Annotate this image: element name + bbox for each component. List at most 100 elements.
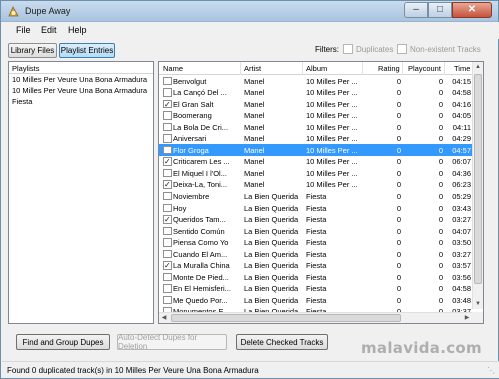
row-checkbox[interactable] bbox=[163, 122, 172, 132]
column-header-artist[interactable]: Artist bbox=[244, 64, 261, 73]
resize-grip-icon[interactable]: ⋱ bbox=[487, 366, 497, 376]
table-row[interactable]: Piensa Como Yo La Bien Querida Fiesta 0 0 03:… bbox=[159, 237, 483, 249]
table-row[interactable]: Me Quedo Por... La Bien Querida Fiesta 0 0 03… bbox=[159, 294, 483, 306]
table-row[interactable]: ✓ El Gran Salt Manel 10 Milles Per ... 0 0 04:… bbox=[159, 98, 483, 110]
row-checkbox[interactable]: ✓ bbox=[163, 180, 172, 189]
row-checkbox[interactable] bbox=[163, 203, 172, 213]
duplicates-filter-checkbox[interactable] bbox=[343, 44, 353, 54]
cell-playcount: 0 bbox=[438, 272, 443, 282]
close-button[interactable]: ✕ bbox=[452, 2, 492, 18]
row-checkbox[interactable] bbox=[163, 145, 172, 155]
table-row[interactable]: Noviembre La Bien Querida Fiesta 0 0 05:29 bbox=[159, 190, 483, 202]
playlist-item[interactable]: Fiesta bbox=[9, 96, 153, 107]
cell-time: 04:05 bbox=[452, 111, 471, 121]
row-checkbox[interactable] bbox=[163, 111, 172, 120]
tab-library-files[interactable]: Library Files bbox=[8, 43, 57, 58]
row-checkbox[interactable]: ✓ bbox=[163, 157, 172, 166]
playlists-list[interactable]: Playlists 10 Milles Per Veure Una Bona A… bbox=[8, 61, 154, 324]
table-row[interactable]: Hoy La Bien Querida Fiesta 0 0 03:43 bbox=[159, 202, 483, 214]
column-divider[interactable] bbox=[444, 62, 445, 75]
cell-time: 03:56 bbox=[452, 272, 471, 282]
cell-name: El Miquel I l'Ol... bbox=[173, 168, 227, 178]
row-checkbox[interactable] bbox=[163, 249, 172, 259]
table-row[interactable]: La Cançó Del ... Manel 10 Milles Per ... 0 0… bbox=[159, 87, 483, 99]
nonexistent-filter-checkbox[interactable] bbox=[397, 44, 407, 54]
column-header-playcount[interactable]: Playcount bbox=[408, 64, 441, 73]
playlist-item[interactable]: 10 Milles Per Veure Una Bona Armadura bbox=[9, 74, 153, 85]
column-header-time[interactable]: Time bbox=[454, 64, 470, 73]
table-row[interactable]: Benvolgut Manel 10 Milles Per ... 0 0 04:15 bbox=[159, 75, 483, 87]
table-row[interactable]: Monte De Pied... La Bien Querida Fiesta 0 0 0… bbox=[159, 271, 483, 283]
row-checkbox[interactable] bbox=[163, 226, 172, 236]
table-row[interactable]: ✓ Queridos Tam... La Bien Querida Fiesta 0 0 0… bbox=[159, 214, 483, 226]
minimize-button[interactable]: – bbox=[404, 2, 428, 18]
cell-rating: 0 bbox=[396, 191, 401, 201]
row-checkbox[interactable]: ✓ bbox=[163, 215, 172, 224]
row-checkbox[interactable] bbox=[163, 134, 172, 143]
vertical-scroll-thumb[interactable] bbox=[474, 74, 482, 284]
column-header-album[interactable]: Album bbox=[306, 64, 327, 73]
tab-playlist-entries[interactable]: Playlist Entries bbox=[59, 43, 115, 58]
cell-album: Fiesta bbox=[306, 295, 327, 305]
cell-name: Me Quedo Por... bbox=[173, 295, 228, 305]
table-row[interactable]: ✓ Deixa-La, Toni... Manel 10 Milles Per ...… bbox=[159, 179, 483, 191]
vertical-scrollbar[interactable]: ▲ ▼ bbox=[472, 62, 483, 309]
row-checkbox[interactable] bbox=[163, 191, 172, 201]
column-divider[interactable] bbox=[402, 62, 403, 75]
horizontal-scrollbar[interactable]: ◀ ▶ bbox=[159, 312, 472, 323]
cell-time: 06:23 bbox=[452, 180, 471, 190]
scroll-left-icon[interactable]: ◀ bbox=[159, 313, 169, 323]
auto-detect-dupes-button[interactable]: Auto-Detect Dupes for Deletion bbox=[117, 333, 227, 351]
row-checkbox[interactable]: ✓ bbox=[163, 261, 172, 270]
row-checkbox[interactable] bbox=[163, 238, 172, 247]
cell-rating: 0 bbox=[396, 215, 401, 225]
playlist-item[interactable]: 10 Milles Per Veure Una Bona Armadura bbox=[9, 85, 153, 96]
table-row[interactable]: El Miquel I l'Ol... Manel 10 Milles Per ..… bbox=[159, 167, 483, 179]
table-row[interactable]: Sentido Común La Bien Querida Fiesta 0 0 04:0… bbox=[159, 225, 483, 237]
row-checkbox[interactable] bbox=[163, 284, 172, 293]
scroll-down-icon[interactable]: ▼ bbox=[473, 299, 483, 309]
table-row[interactable]: En El Hemisferi... La Bien Querida Fiesta 0… bbox=[159, 283, 483, 295]
scroll-up-icon[interactable]: ▲ bbox=[473, 62, 483, 72]
cell-rating: 0 bbox=[396, 168, 401, 178]
cell-playcount: 0 bbox=[438, 215, 443, 225]
menu-file[interactable]: File bbox=[16, 25, 31, 35]
row-checkbox[interactable] bbox=[163, 295, 172, 305]
table-row[interactable]: La Bola De Cri... Manel 10 Milles Per ... 0… bbox=[159, 121, 483, 133]
grid-rows: Benvolgut Manel 10 Milles Per ... 0 0 04:15 La… bbox=[159, 75, 483, 317]
cell-time: 03:50 bbox=[452, 238, 471, 248]
row-checkbox[interactable] bbox=[163, 168, 172, 178]
title-bar[interactable]: Dupe Away – □ ✕ bbox=[1, 1, 498, 22]
find-group-dupes-button[interactable]: Find and Group Dupes bbox=[16, 334, 110, 350]
tracks-grid[interactable]: Name Artist Album Rating Playcount Time … bbox=[158, 61, 484, 324]
row-checkbox[interactable] bbox=[163, 76, 172, 85]
cell-rating: 0 bbox=[396, 226, 401, 236]
row-checkbox[interactable]: ✓ bbox=[163, 99, 172, 109]
cell-time: 03:43 bbox=[452, 203, 471, 213]
row-checkbox[interactable] bbox=[163, 272, 172, 282]
horizontal-scroll-thumb[interactable] bbox=[171, 314, 401, 322]
table-row[interactable]: ✓ La Muralla China La Bien Querida Fiesta 0 0… bbox=[159, 260, 483, 272]
menu-bar: File Edit Help bbox=[2, 22, 499, 39]
cell-artist: Manel bbox=[244, 145, 265, 155]
row-checkbox[interactable] bbox=[163, 88, 172, 97]
maximize-button[interactable]: □ bbox=[428, 2, 452, 18]
table-row[interactable]: ✓ Criticarem Les ... Manel 10 Milles Per ..… bbox=[159, 156, 483, 168]
table-row[interactable]: Aniversari Manel 10 Milles Per ... 0 0 04:29 bbox=[159, 133, 483, 145]
table-row[interactable]: Flor Groga Manel 10 Milles Per ... 0 0 04:57 bbox=[159, 144, 483, 156]
scroll-right-icon[interactable]: ▶ bbox=[462, 313, 472, 323]
table-row[interactable]: Cuando El Am... La Bien Querida Fiesta 0 0 03… bbox=[159, 248, 483, 260]
cell-rating: 0 bbox=[396, 76, 401, 86]
cell-playcount: 0 bbox=[438, 145, 443, 155]
menu-help[interactable]: Help bbox=[68, 25, 87, 35]
column-divider[interactable] bbox=[240, 62, 241, 75]
table-row[interactable]: Boomerang Manel 10 Milles Per ... 0 0 04:05 bbox=[159, 110, 483, 122]
status-bar: Found 0 duplicated track(s) in 10 Milles… bbox=[2, 361, 499, 378]
menu-edit[interactable]: Edit bbox=[41, 25, 57, 35]
column-divider[interactable] bbox=[362, 62, 363, 75]
delete-checked-tracks-button[interactable]: Delete Checked Tracks bbox=[236, 334, 328, 350]
cell-artist: La Bien Querida bbox=[244, 284, 299, 294]
column-divider[interactable] bbox=[302, 62, 303, 75]
column-header-name[interactable]: Name bbox=[163, 64, 183, 73]
column-header-rating[interactable]: Rating bbox=[378, 64, 400, 73]
